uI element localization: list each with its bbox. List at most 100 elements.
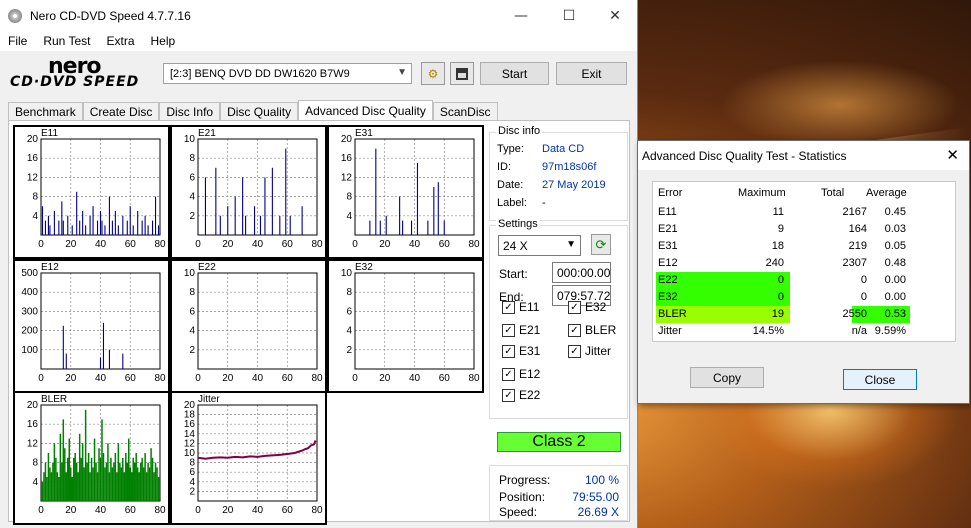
x-tick-label: 0 [352,239,358,250]
cell-total: 2307 [842,257,867,269]
y-tick-label: 2 [189,211,195,222]
speed-select[interactable]: 24 X ▼ [498,235,581,256]
y-tick-label: 8 [189,153,195,164]
y-tick-label: 8 [346,287,352,298]
header-maximum: Maximum [738,187,786,199]
drive-info-button[interactable]: ⚙ [421,62,445,85]
menu-help[interactable]: Help [143,34,184,48]
checkbox-e31[interactable]: ✓ E31 [502,344,540,358]
x-tick-label: 40 [95,373,107,384]
checkbox-e32[interactable]: ✓ E32 [568,300,606,314]
y-tick-label: 300 [21,306,38,317]
date-label: Date: [497,179,524,191]
checkbox-jitter[interactable]: ✓ Jitter [568,344,611,358]
checkbox-e12[interactable]: ✓ E12 [502,367,540,381]
x-tick-label: 80 [154,239,166,250]
refresh-icon: ⟳ [595,236,607,252]
y-tick-label: 16 [27,419,39,430]
cell-max: 11 [772,206,784,218]
y-tick-label: 6 [346,306,352,317]
checkmark-icon: ✓ [502,300,515,314]
x-tick-label: 20 [379,373,391,384]
y-tick-label: 4 [346,326,352,337]
cell-avg: 0.00 [884,291,906,303]
x-tick-label: 20 [222,505,234,516]
x-tick-label: 60 [125,505,137,516]
y-tick-label: 100 [21,345,38,356]
id-label: ID: [497,161,512,173]
tab-benchmark[interactable]: Benchmark [8,102,83,121]
cell-total: 2167 [842,206,867,218]
x-tick-label: 40 [252,373,264,384]
close-button[interactable]: ✕ [592,0,638,31]
cell-total: 0 [860,291,867,303]
cell-max: 18 [771,240,784,252]
tab-create-disc[interactable]: Create Disc [82,102,160,121]
cell-name: E31 [658,240,678,252]
cell-max: 240 [765,257,784,269]
menu-extra[interactable]: Extra [98,34,142,48]
cell-avg: 0.00 [884,274,906,286]
dialog-close-icon[interactable]: ✕ [946,146,959,164]
checkbox-e22[interactable]: ✓ E22 [502,388,540,402]
chart-title: E11 [41,128,58,139]
checkbox-e21[interactable]: ✓ E21 [502,323,540,337]
speed-value: 26.69 X [577,505,619,519]
start-button[interactable]: Start [480,62,549,85]
dialog-title: Advanced Disc Quality Test - Statistics [642,148,847,163]
disc-info-group: Disc info Type: Data CD ID: 97m18s06f Da… [489,125,628,221]
cell-max: 9 [777,223,784,235]
chart-svg: 0 20 40 60 80 100 200 300 400 500E12 [21,262,166,384]
chart-title: Jitter [198,394,220,405]
exit-button[interactable]: Exit [556,62,627,85]
start-field[interactable]: 000:00.00 [552,262,611,283]
y-tick-label: 6 [189,306,195,317]
chevron-down-icon: ▼ [397,67,407,78]
checkbox-label: E31 [519,344,541,358]
floppy-icon [456,67,468,80]
tab-disc-quality[interactable]: Disc Quality [220,102,299,121]
x-tick-label: 80 [468,373,480,384]
cell-total: 0 [860,274,867,286]
chart-svg: 0 20 40 60 80 2 4 6 8 10E21 [184,128,323,250]
y-tick-label: 500 [21,268,38,279]
table-row: E21 9 164 0.03 [656,221,954,238]
refresh-button[interactable]: ⟳ [591,234,611,255]
maximize-button[interactable]: ☐ [546,0,592,31]
copy-button[interactable]: Copy [690,367,764,388]
position-value: 79:55.00 [572,490,619,504]
tab-scandisc[interactable]: ScanDisc [432,102,498,121]
drive-select[interactable]: [2:3] BENQ DVD DD DW1620 B7W9 ▼ [163,63,412,84]
close-dialog-button[interactable]: Close [843,369,917,390]
chart-title: BLER [41,394,67,405]
x-tick-label: 60 [282,505,294,516]
y-tick-label: 4 [32,477,38,488]
progress-label: Progress: [499,473,551,487]
chart-e12: 0 20 40 60 80 100 200 300 400 500 E12 [13,259,170,393]
disc-icon [8,8,22,23]
title-bar: Nero CD-DVD Speed 4.7.7.16 — ☐ ✕ [0,0,637,31]
type-label: Type: [497,143,524,155]
cell-name: BLER [658,308,687,320]
chevron-down-icon: ▼ [566,239,576,250]
menu-run-test[interactable]: Run Test [35,34,98,48]
chart-e32: 0 20 40 60 80 2 4 6 8 10 E32 [327,259,484,393]
cell-max: 0 [777,274,784,286]
chart-title: E32 [355,262,373,273]
checkbox-e11[interactable]: ✓ E11 [502,300,539,314]
y-tick-label: 8 [189,287,195,298]
tab-panel: 0 20 40 60 80 4 8 12 16 20 E11 0 20 40 60 80 2 4 6 8 10 E21 0 2… [8,120,630,525]
tab-disc-info[interactable]: Disc Info [159,102,221,121]
checkbox-bler[interactable]: ✓ BLER [568,323,616,337]
save-button[interactable] [450,62,474,85]
tab-advanced-disc-quality[interactable]: Advanced Disc Quality [298,100,433,121]
x-tick-label: 40 [252,505,264,516]
y-tick-label: 6 [189,172,195,183]
checkmark-icon: ✓ [502,323,515,337]
table-row: E12 240 2307 0.48 [656,255,954,272]
minimize-button[interactable]: — [498,0,544,31]
x-tick-label: 0 [38,373,44,384]
menu-file[interactable]: File [0,34,35,48]
checkmark-icon: ✓ [502,388,515,402]
header-error: Error [658,187,683,199]
